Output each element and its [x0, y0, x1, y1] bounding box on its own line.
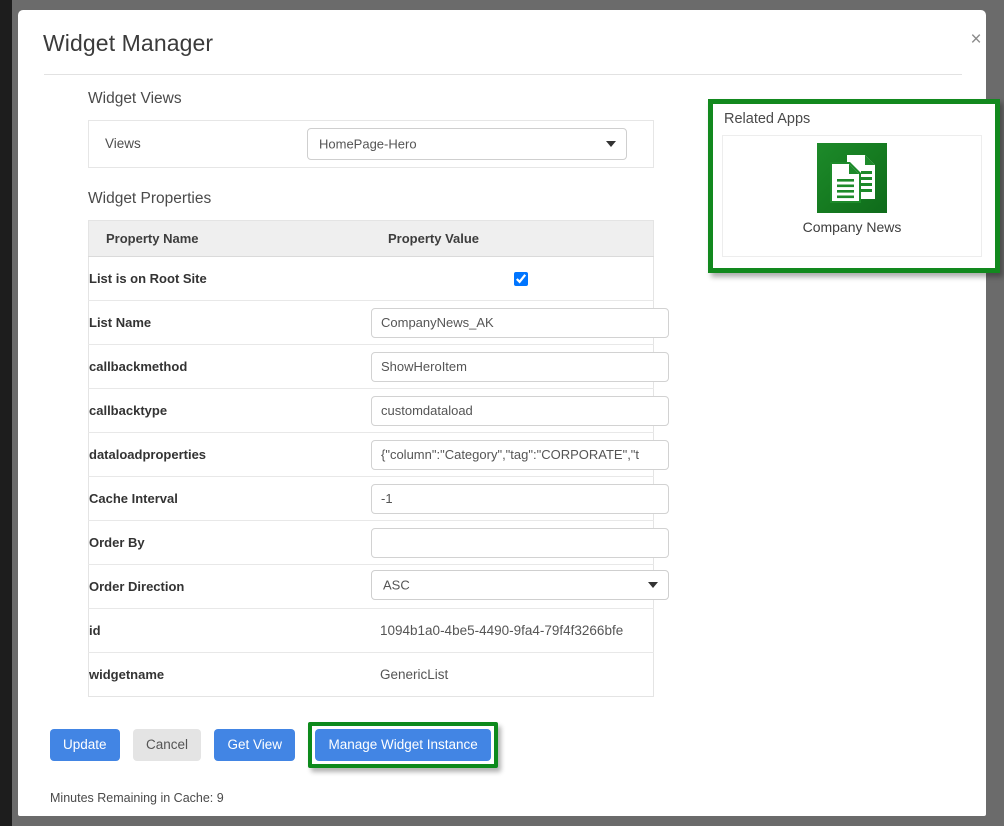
property-value-cell: 1094b1a0-4be5-4490-9fa4-79f4f3266bfe — [371, 608, 654, 653]
related-app-tile[interactable]: Company News — [722, 135, 982, 257]
property-value-cell — [371, 520, 669, 565]
close-icon[interactable]: × — [963, 27, 989, 53]
update-button[interactable]: Update — [50, 729, 120, 761]
views-label: Views — [105, 136, 141, 151]
widget-properties-table: Property Name Property Value List is on … — [88, 220, 669, 697]
chevron-down-icon — [606, 141, 616, 147]
widget-properties-body: List is on Root Site List Namecallbackmet… — [88, 257, 669, 697]
table-row: widgetname GenericList — [88, 652, 654, 697]
property-value-cell — [371, 388, 669, 433]
widget-properties-heading: Widget Properties — [88, 190, 212, 207]
related-apps-title: Related Apps — [724, 111, 811, 127]
table-row: Order Direction ASC — [88, 564, 669, 609]
property-name-cell: Order Direction — [88, 564, 371, 609]
property-value-cell — [371, 432, 669, 477]
property-value-cell — [371, 300, 669, 345]
property-value-cell — [371, 344, 669, 389]
cancel-button[interactable]: Cancel — [133, 729, 202, 761]
table-row: id 1094b1a0-4be5-4490-9fa4-79f4f3266bfe — [88, 608, 654, 653]
property-value-cell — [371, 257, 654, 301]
property-value-input[interactable] — [371, 527, 669, 558]
widget-views-panel: Views HomePage-Hero — [88, 120, 654, 168]
page-title: Widget Manager — [43, 30, 214, 56]
property-name-cell: id — [88, 608, 371, 653]
property-value-input[interactable] — [371, 351, 669, 382]
screen: Widget Manager × Widget Views Views Home… — [0, 0, 1004, 826]
dialog-header: Widget Manager × — [18, 10, 986, 74]
related-app-label: Company News — [802, 219, 902, 235]
order-direction-select[interactable]: ASC — [371, 570, 669, 600]
property-value-text: GenericList — [380, 667, 449, 682]
property-name-cell: widgetname — [88, 652, 371, 697]
property-name-cell: List is on Root Site — [89, 271, 207, 286]
order-direction-value: ASC — [383, 577, 410, 593]
column-header-property-value: Property Value — [371, 220, 654, 257]
property-value-input[interactable] — [371, 439, 669, 470]
table-row: dataloadproperties — [88, 432, 669, 477]
manage-widget-instance-highlight: Manage Widget Instance — [308, 722, 498, 768]
property-name-cell: Order By — [88, 520, 371, 565]
views-select-value: HomePage-Hero — [319, 136, 417, 152]
table-row: Cache Interval — [88, 476, 669, 521]
widget-views-heading: Widget Views — [88, 90, 182, 107]
chevron-down-icon — [648, 582, 658, 588]
main-content: Widget Views Views HomePage-Hero Widget … — [88, 90, 688, 697]
property-value-input[interactable] — [371, 483, 669, 514]
manage-widget-instance-button[interactable]: Manage Widget Instance — [315, 729, 491, 761]
property-name-cell: Cache Interval — [88, 476, 371, 521]
table-header-row: Property Name Property Value — [88, 220, 654, 257]
table-row: callbackmethod — [88, 344, 669, 389]
property-value-cell — [371, 476, 669, 521]
table-row: callbacktype — [88, 388, 669, 433]
get-view-button[interactable]: Get View — [214, 729, 296, 761]
property-value-cell: GenericList — [371, 652, 654, 697]
property-value-text: 1094b1a0-4be5-4490-9fa4-79f4f3266bfe — [380, 623, 624, 638]
column-header-property-name: Property Name — [88, 220, 371, 257]
property-value-input[interactable] — [371, 395, 669, 426]
widget-manager-dialog: Widget Manager × Widget Views Views Home… — [18, 10, 1000, 816]
page-backdrop-edge — [0, 0, 12, 826]
views-select[interactable]: HomePage-Hero — [307, 128, 627, 160]
property-name-cell: callbacktype — [88, 388, 371, 433]
header-divider — [44, 74, 962, 75]
property-name-cell: List Name — [88, 300, 371, 345]
property-name-cell: dataloadproperties — [88, 432, 371, 477]
property-name-cell: callbackmethod — [88, 344, 371, 389]
documents-icon — [817, 143, 887, 213]
property-value-input[interactable] — [371, 307, 669, 338]
related-apps-panel: Related Apps Company News — [708, 99, 1000, 273]
dialog-footer: Update Cancel Get View Manage Widget Ins… — [50, 722, 950, 768]
cache-status-text: Minutes Remaining in Cache: 9 — [50, 791, 224, 805]
property-value-cell: ASC — [371, 564, 669, 609]
table-row: Order By — [88, 520, 669, 565]
table-row: List is on Root Site — [89, 257, 654, 301]
list-is-on-root-site-checkbox[interactable] — [514, 271, 528, 286]
table-row: List Name — [88, 300, 669, 345]
